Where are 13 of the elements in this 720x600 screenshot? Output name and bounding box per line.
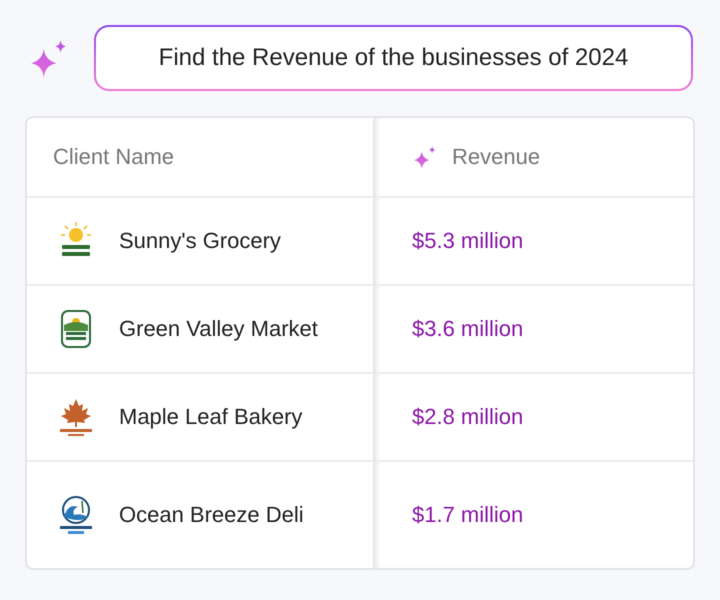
revenue-value: $3.6 million — [412, 316, 524, 342]
column-header: Client Name — [53, 144, 174, 170]
sparkle-icon — [412, 144, 438, 170]
client-name: Maple Leaf Bakery — [119, 404, 302, 430]
client-name: Ocean Breeze Deli — [119, 502, 304, 528]
client-name: Green Valley Market — [119, 316, 318, 342]
revenue-value: $1.7 million — [412, 502, 524, 528]
prompt-field[interactable]: Find the Revenue of the businesses of 2024 — [94, 25, 693, 91]
revenue-value: $2.8 million — [412, 404, 524, 430]
column-header: Revenue — [452, 144, 540, 170]
revenue-value: $5.3 million — [412, 228, 524, 254]
client-name: Sunny's Grocery — [119, 228, 281, 254]
valley-logo-icon — [60, 309, 92, 349]
